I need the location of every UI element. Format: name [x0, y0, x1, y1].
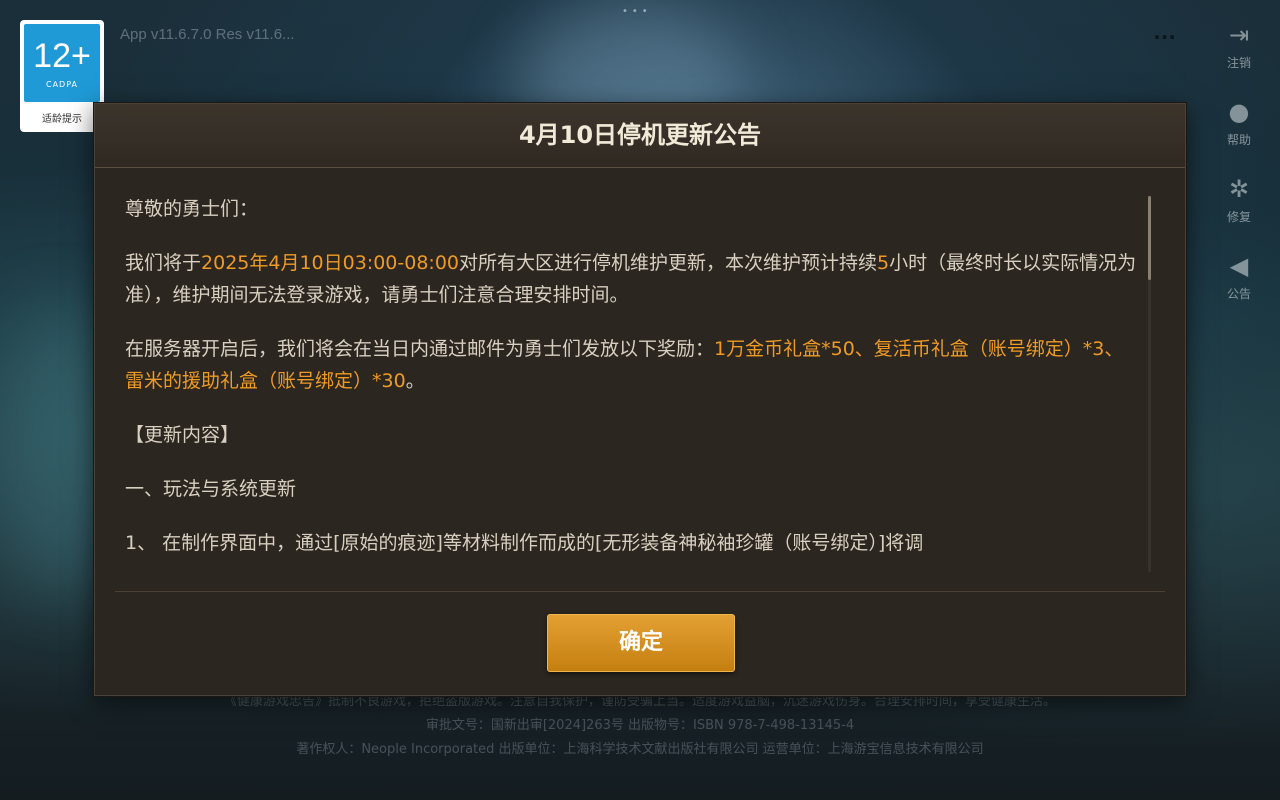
text-span: 在服务器开启后，我们将会在当日内通过邮件为勇士们发放以下奖励：	[125, 338, 715, 360]
more-dots-icon: •••	[622, 6, 652, 17]
side-item-announcement[interactable]: ◀ 公告	[1216, 249, 1262, 302]
text-span: 。	[405, 370, 425, 392]
confirm-button[interactable]: 确定	[547, 614, 735, 672]
help-icon: ●	[1228, 98, 1250, 126]
side-item-label: 公告	[1226, 287, 1251, 301]
side-item-repair[interactable]: ✲ 修复	[1216, 172, 1262, 225]
divider	[115, 591, 1165, 592]
side-item-label: 帮助	[1226, 133, 1251, 147]
age-rating-caption: 适龄提示	[42, 114, 82, 125]
side-item-logout[interactable]: ⇥ 注销	[1216, 18, 1262, 71]
scroll-thumb[interactable]	[1148, 196, 1151, 280]
text-span: 对所有大区进行停机维护更新，本次维护预计持续	[459, 252, 878, 274]
footer-legal-text: 《健康游戏忠告》抵制不良游戏，拒绝盗版游戏。注意自我保护，谨防受骗上当。适度游戏…	[0, 690, 1280, 762]
top-right-notice: ...	[1153, 20, 1176, 44]
repair-icon: ✲	[1228, 175, 1250, 203]
maintenance-paragraph: 我们将于2025年4月10日03:00-08:00对所有大区进行停机维护更新，本…	[125, 247, 1137, 311]
side-menu: ⇥ 注销 ● 帮助 ✲ 修复 ◀ 公告	[1216, 18, 1262, 326]
logout-icon: ⇥	[1228, 21, 1250, 49]
age-rating-org: CADPA	[45, 80, 78, 89]
side-item-label: 修复	[1226, 210, 1251, 224]
maintenance-time: 2025年4月10日03:00-08:00	[201, 252, 460, 274]
text-span: 我们将于	[125, 252, 202, 274]
rewards-paragraph: 在服务器开启后，我们将会在当日内通过邮件为勇士们发放以下奖励：1万金币礼盒*50…	[125, 333, 1137, 397]
age-rating-badge: 12+ CADPA 适龄提示	[20, 20, 104, 132]
footer-line: 审批文号：国新出审[2024]263号 出版物号：ISBN 978-7-498-…	[425, 718, 855, 733]
scrollbar[interactable]	[1148, 196, 1151, 572]
side-item-help[interactable]: ● 帮助	[1216, 95, 1262, 148]
section-heading: 【更新内容】	[125, 424, 240, 446]
update-item: 1、 在制作界面中，通过[原始的痕迹]等材料制作而成的[无形装备神秘袖珍罐（账号…	[125, 532, 924, 554]
announcement-body[interactable]: 尊敬的勇士们： 我们将于2025年4月10日03:00-08:00对所有大区进行…	[95, 169, 1185, 591]
maintenance-duration: 5	[877, 252, 890, 274]
version-text: App v11.6.7.0 Res v11.6...	[120, 26, 295, 43]
subsection-heading: 一、玩法与系统更新	[125, 478, 297, 500]
greeting-text: 尊敬的勇士们：	[125, 198, 259, 220]
age-rating-number: 12+	[33, 37, 91, 75]
announcement-icon: ◀	[1229, 252, 1249, 280]
side-item-label: 注销	[1226, 56, 1251, 70]
announcement-dialog: 4月10日停机更新公告 尊敬的勇士们： 我们将于2025年4月10日03:00-…	[94, 103, 1186, 696]
dialog-title: 4月10日停机更新公告	[95, 104, 1185, 168]
footer-line: 著作权人：Neople Incorporated 出版单位：上海科学技术文献出版…	[296, 742, 984, 757]
